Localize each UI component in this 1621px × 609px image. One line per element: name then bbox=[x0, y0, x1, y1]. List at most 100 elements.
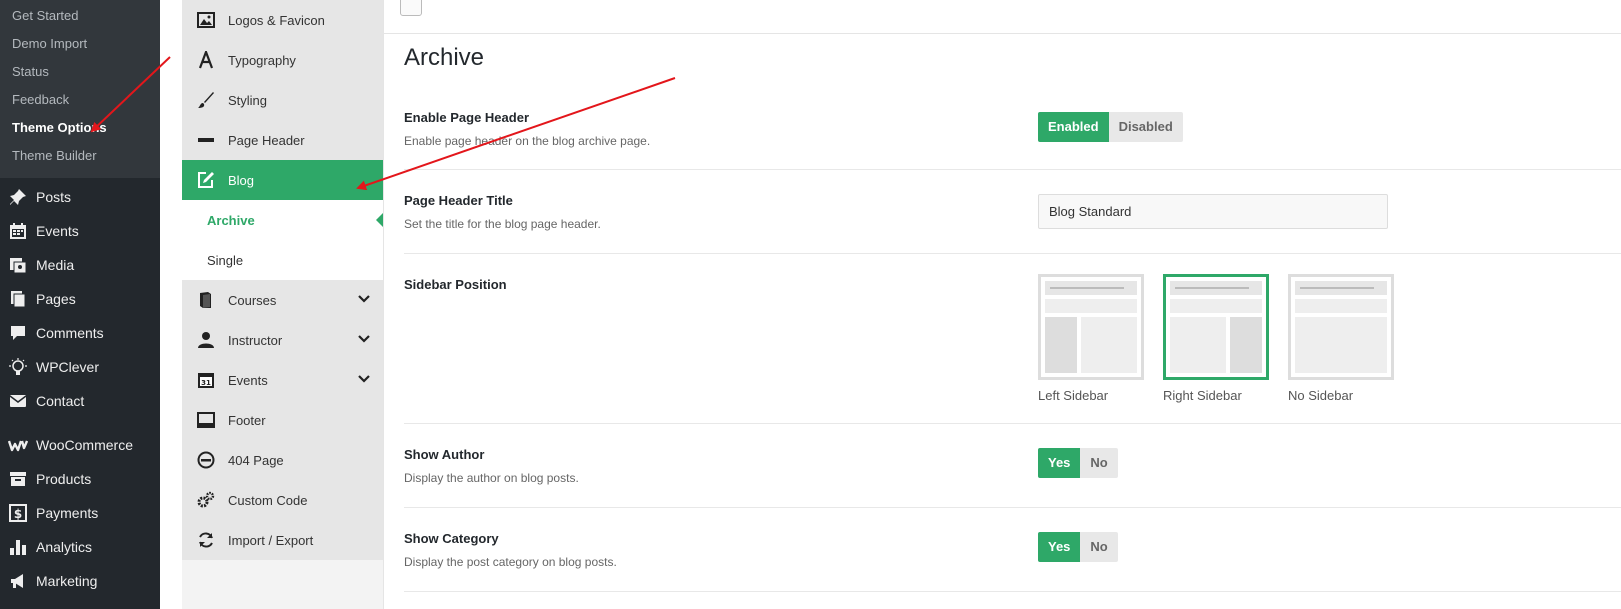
bulb-icon bbox=[8, 357, 28, 377]
bar-chart-icon bbox=[8, 537, 28, 557]
preview-content bbox=[1081, 317, 1137, 373]
show-category-toggle: Yes No bbox=[1038, 532, 1118, 562]
no-option[interactable]: No bbox=[1080, 448, 1118, 478]
menu-comments[interactable]: Comments bbox=[0, 316, 160, 350]
pin-icon bbox=[8, 187, 28, 207]
menu-posts[interactable]: Posts bbox=[0, 180, 160, 214]
menu-media[interactable]: Media bbox=[0, 248, 160, 282]
layout-right-sidebar[interactable]: Right Sidebar bbox=[1163, 274, 1269, 403]
pages-icon bbox=[8, 289, 28, 309]
submenu-theme-builder[interactable]: Theme Builder bbox=[0, 144, 160, 172]
chevron-down-icon[interactable] bbox=[357, 372, 371, 389]
menu-label: Media bbox=[36, 257, 75, 273]
layout-preview[interactable] bbox=[1288, 274, 1394, 380]
media-icon bbox=[8, 255, 28, 275]
user-icon bbox=[196, 330, 216, 350]
setting-enable-page-header: Enable Page Header Enable page header on… bbox=[404, 100, 1621, 170]
nav-label: Courses bbox=[228, 292, 277, 308]
nav-label: Typography bbox=[228, 52, 296, 68]
nav-page-header[interactable]: Page Header bbox=[182, 120, 383, 160]
menu-events[interactable]: Events bbox=[0, 214, 160, 248]
menu-payments[interactable]: $ Payments bbox=[0, 496, 160, 530]
document-icon[interactable] bbox=[400, 0, 422, 16]
comment-icon bbox=[8, 323, 28, 343]
image-icon bbox=[196, 10, 216, 30]
layout-caption: Left Sidebar bbox=[1038, 388, 1109, 403]
layout-preview-selected[interactable] bbox=[1163, 274, 1269, 380]
menu-analytics[interactable]: Analytics bbox=[0, 530, 160, 564]
nav-label: Events bbox=[228, 372, 268, 388]
preview-header bbox=[1170, 281, 1262, 295]
menu-wpclever[interactable]: WPClever bbox=[0, 350, 160, 384]
nav-404-page[interactable]: 404 Page bbox=[182, 440, 383, 480]
preview-title-bar bbox=[1045, 299, 1137, 313]
blog-submenu: Archive Single bbox=[182, 200, 383, 280]
preview-header bbox=[1295, 281, 1387, 295]
woo-icon bbox=[8, 435, 28, 455]
menu-label: Contact bbox=[36, 393, 85, 409]
archive-icon bbox=[8, 469, 28, 489]
yes-option[interactable]: Yes bbox=[1038, 532, 1081, 562]
svg-text:31: 31 bbox=[201, 379, 211, 387]
preview-body bbox=[1045, 317, 1137, 373]
enabled-option[interactable]: Enabled bbox=[1038, 112, 1109, 142]
menu-marketing[interactable]: Marketing bbox=[0, 564, 160, 598]
nav-footer[interactable]: Footer bbox=[182, 400, 383, 440]
nav-blog[interactable]: Blog bbox=[182, 160, 383, 200]
preview-content bbox=[1170, 317, 1226, 373]
nav-logos-favicon[interactable]: Logos & Favicon bbox=[182, 0, 383, 40]
layout-preview[interactable] bbox=[1038, 274, 1144, 380]
nav-instructor[interactable]: Instructor bbox=[182, 320, 383, 360]
nav-import-export[interactable]: Import / Export bbox=[182, 520, 383, 560]
minus-icon bbox=[196, 130, 216, 150]
wp-submenu: Get Started Demo Import Status Feedback … bbox=[0, 0, 160, 178]
ban-icon bbox=[196, 450, 216, 470]
submenu-theme-options[interactable]: Theme Options bbox=[0, 116, 160, 144]
preview-body bbox=[1295, 317, 1387, 373]
yes-option[interactable]: Yes bbox=[1038, 448, 1081, 478]
chevron-down-icon[interactable] bbox=[357, 332, 371, 349]
layout-caption: Right Sidebar bbox=[1163, 388, 1242, 403]
setting-label: Show Author bbox=[404, 447, 485, 462]
menu-products[interactable]: Products bbox=[0, 462, 160, 496]
setting-show-author: Show Author Display the author on blog p… bbox=[404, 424, 1621, 508]
menu-label: WPClever bbox=[36, 359, 100, 375]
submenu-get-started[interactable]: Get Started bbox=[0, 4, 160, 32]
preview-content bbox=[1295, 317, 1387, 373]
options-list: Logos & Favicon Typography Styling Page … bbox=[182, 0, 383, 200]
menu-label: Pages bbox=[36, 291, 76, 307]
nav-label: Blog bbox=[228, 172, 255, 188]
page-header-title-input[interactable] bbox=[1038, 194, 1388, 229]
setting-description: Set the title for the blog page header. bbox=[404, 217, 601, 231]
menu-label: Comments bbox=[36, 325, 104, 341]
brush-icon bbox=[196, 90, 216, 110]
nav-label: 404 Page bbox=[228, 452, 284, 468]
nav-label: Page Header bbox=[228, 132, 305, 148]
calendar-icon: 31 bbox=[196, 370, 216, 390]
disabled-option[interactable]: Disabled bbox=[1108, 112, 1183, 142]
nav-courses[interactable]: Courses bbox=[182, 280, 383, 320]
submenu-feedback[interactable]: Feedback bbox=[0, 88, 160, 116]
options-list-2: Courses Instructor 31 Events Footer 404 … bbox=[182, 280, 383, 560]
mail-icon bbox=[8, 391, 28, 411]
nav-label: Styling bbox=[228, 92, 268, 108]
no-option[interactable]: No bbox=[1080, 532, 1118, 562]
nav-typography[interactable]: Typography bbox=[182, 40, 383, 80]
layout-left-sidebar[interactable]: Left Sidebar bbox=[1038, 274, 1144, 403]
submenu-status[interactable]: Status bbox=[0, 60, 160, 88]
menu-contact[interactable]: Contact bbox=[0, 384, 160, 418]
nav-events[interactable]: 31 Events bbox=[182, 360, 383, 400]
nav-label: Custom Code bbox=[228, 492, 308, 508]
nav-blog-archive[interactable]: Archive bbox=[182, 200, 383, 240]
nav-custom-code[interactable]: Custom Code bbox=[182, 480, 383, 520]
nav-styling[interactable]: Styling bbox=[182, 80, 383, 120]
menu-pages[interactable]: Pages bbox=[0, 282, 160, 316]
layout-no-sidebar[interactable]: No Sidebar bbox=[1288, 274, 1394, 403]
submenu-demo-import[interactable]: Demo Import bbox=[0, 32, 160, 60]
setting-page-header-title: Page Header Title Set the title for the … bbox=[404, 170, 1621, 254]
chevron-down-icon[interactable] bbox=[357, 292, 371, 309]
menu-woocommerce[interactable]: WooCommerce bbox=[0, 428, 160, 462]
nav-blog-single[interactable]: Single bbox=[182, 240, 383, 280]
wp-admin-sidebar: Get Started Demo Import Status Feedback … bbox=[0, 0, 160, 609]
menu-label: Marketing bbox=[36, 573, 98, 589]
